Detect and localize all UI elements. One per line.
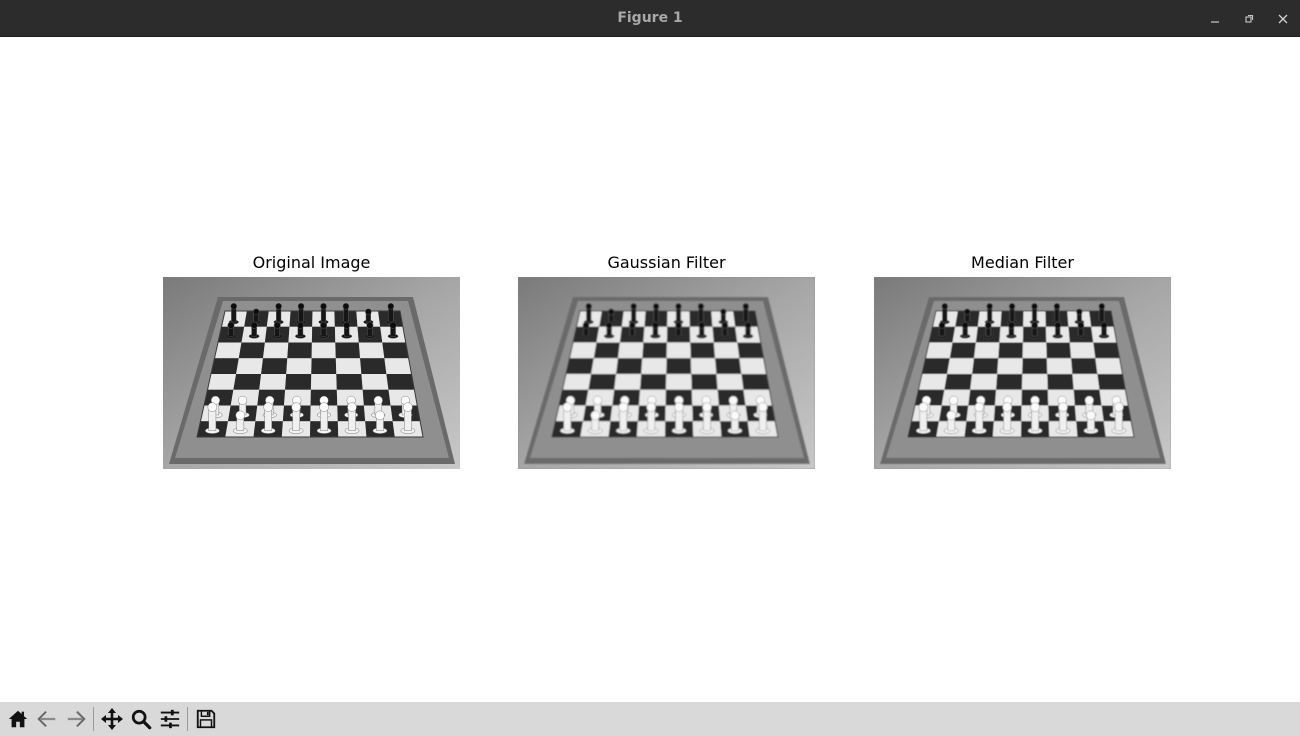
chessboard-photo [518,277,815,469]
window-controls [1198,0,1300,37]
back-button[interactable] [32,704,61,734]
toolbar-separator [93,707,94,731]
figure-canvas[interactable]: Original Image Gaussian Filter Median Fi… [0,37,1300,702]
chessboard-photo [874,277,1171,469]
forward-button[interactable] [61,704,90,734]
close-icon [1278,14,1288,23]
toolbar-separator [187,707,188,731]
minimize-button[interactable] [1198,0,1232,37]
window-title: Figure 1 [617,10,683,26]
floppy-disk-icon [196,709,215,729]
move-icon [100,708,123,730]
magnifier-icon [131,709,151,730]
back-arrow-icon [36,710,55,728]
subplot-title: Gaussian Filter [607,253,726,272]
median-filtered-image[interactable] [874,277,1171,469]
minimize-icon [1211,20,1219,23]
window-titlebar[interactable]: Figure 1 [0,0,1300,37]
subplot-title: Original Image [252,253,371,272]
zoom-button[interactable] [126,704,155,734]
subplot-median: Median Filter [874,253,1171,469]
subplot-original: Original Image [163,253,460,469]
save-button[interactable] [191,704,220,734]
maximize-icon [1245,14,1254,23]
sliders-icon [160,709,179,729]
subplot-title: Median Filter [971,253,1074,272]
pan-button[interactable] [97,704,126,734]
home-button[interactable] [3,704,32,734]
configure-subplots-button[interactable] [155,704,184,734]
subplot-gaussian: Gaussian Filter [518,253,815,469]
chessboard-photo [163,277,460,469]
gaussian-filtered-image[interactable] [518,277,815,469]
maximize-button[interactable] [1232,0,1266,37]
close-button[interactable] [1266,0,1300,37]
forward-arrow-icon [67,710,86,728]
home-icon [8,710,27,728]
original-image[interactable] [163,277,460,469]
navigation-toolbar [0,702,1300,736]
